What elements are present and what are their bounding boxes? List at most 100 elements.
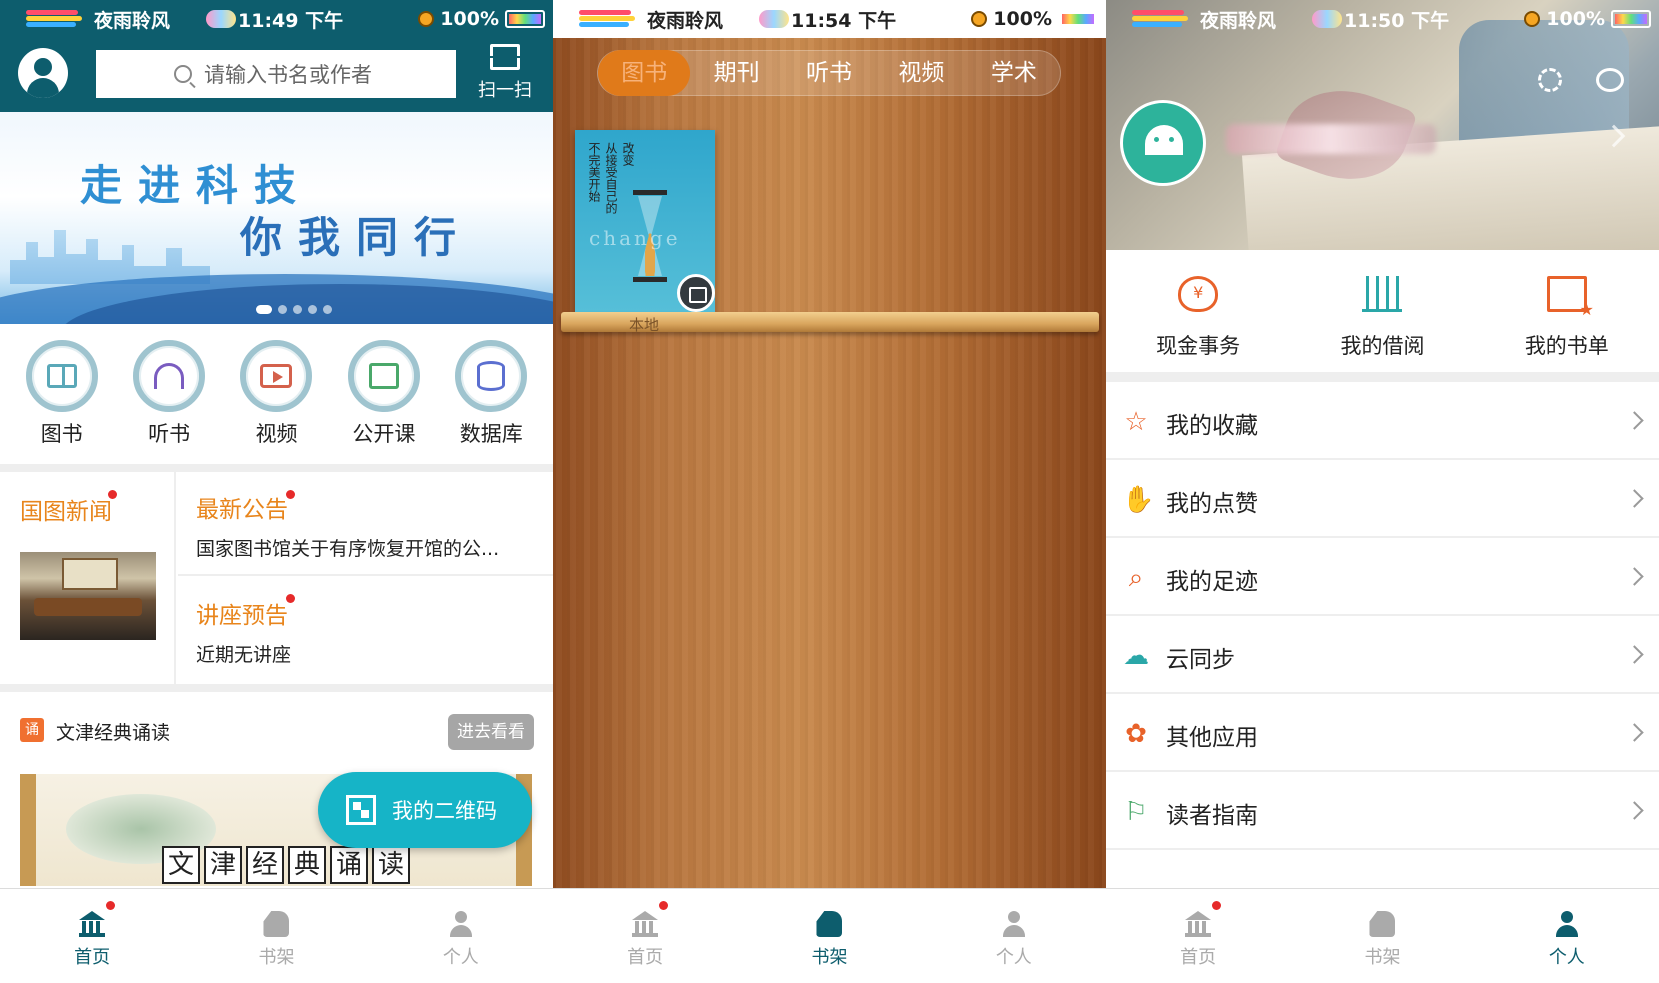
chevron-right-icon	[1625, 411, 1644, 430]
user-icon	[1001, 911, 1027, 937]
avatar-icon[interactable]	[18, 48, 68, 98]
home-header: 请输入书名或作者 扫一扫	[0, 38, 553, 112]
tab-bookshelf[interactable]: 书架	[184, 889, 368, 983]
menu-favorites[interactable]: ☆ 我的收藏	[1106, 382, 1659, 460]
tab-bookshelf[interactable]: 书架	[737, 889, 921, 983]
menu-other-apps[interactable]: ✿ 其他应用	[1106, 694, 1659, 772]
scan-button[interactable]: 扫一扫	[470, 42, 540, 106]
menu-history[interactable]: ⌕ 我的足迹	[1106, 538, 1659, 616]
avatar[interactable]	[1120, 100, 1206, 186]
carrier-logo-icon	[8, 4, 88, 34]
nav-audiobooks[interactable]: 听书	[121, 334, 217, 450]
unread-dot	[659, 901, 668, 910]
bookshelf-screen: 夜雨聆风 11:54 下午 100% 图书 期刊 听书 视频 学术 不完美开始 …	[553, 0, 1106, 983]
bookshelf-icon	[1369, 911, 1396, 937]
classic-reading-header: 诵 文津经典诵读 进去看看	[0, 700, 553, 760]
course-icon	[368, 363, 399, 389]
money-bag-icon	[1178, 276, 1219, 312]
settings-icon[interactable]	[1538, 68, 1562, 92]
shelf-category-tabs: 图书 期刊 听书 视频 学术	[597, 50, 1061, 96]
nav-database[interactable]: 数据库	[443, 334, 539, 450]
tab-home[interactable]: 首页	[553, 889, 737, 983]
clock: 11:54 下午	[791, 9, 897, 32]
library-home-icon	[79, 911, 106, 937]
search-placeholder: 请输入书名或作者	[204, 63, 372, 87]
announcement-card[interactable]: 最新公告 国家图书馆关于有序恢复开馆的公...	[178, 472, 553, 576]
tab-audiobooks[interactable]: 听书	[783, 50, 875, 96]
tab-academic[interactable]: 学术	[968, 50, 1060, 96]
unread-dot	[108, 490, 117, 499]
battery-icon	[1058, 10, 1098, 28]
home-banner[interactable]: 走进科技 你我同行	[0, 112, 553, 324]
unread-dot	[286, 594, 295, 603]
announcement-text: 国家图书馆关于有序恢复开馆的公...	[196, 538, 500, 560]
book-title: 不完美开始 从接受自己的 改变	[587, 142, 635, 214]
nav-videos[interactable]: 视频	[228, 334, 324, 450]
carrier-name: 夜雨聆风	[647, 9, 724, 32]
chevron-right-icon	[1625, 489, 1644, 508]
tab-me[interactable]: 个人	[922, 889, 1106, 983]
tab-home[interactable]: 首页	[0, 889, 184, 983]
unread-dot	[106, 901, 115, 910]
battery-icon	[1611, 10, 1651, 28]
home-screen: 夜雨聆风 11:49 下午 100% 请输入书名或作者 扫一扫 走进科技 你我同…	[0, 0, 553, 983]
tab-bookshelf[interactable]: 书架	[1290, 889, 1474, 983]
database-icon	[477, 361, 506, 391]
tab-me[interactable]: 个人	[369, 889, 553, 983]
tab-home[interactable]: 首页	[1106, 889, 1290, 983]
lecture-card[interactable]: 讲座预告 近期无讲座	[178, 578, 553, 682]
quick-actions: 现金事务 我的借阅 我的书单	[1106, 250, 1659, 372]
library-home-icon	[632, 911, 659, 937]
cloud-icon	[1312, 10, 1343, 28]
menu-likes[interactable]: ✋ 我的点赞	[1106, 460, 1659, 538]
tab-me[interactable]: 个人	[1475, 889, 1659, 983]
menu-reader-guide[interactable]: ⚐ 读者指南	[1106, 772, 1659, 850]
book-cover[interactable]: 不完美开始 从接受自己的 改变 change	[575, 130, 715, 312]
battery-percent: 100%	[1546, 8, 1605, 30]
sun-icon	[971, 11, 988, 27]
sun-icon	[418, 11, 435, 27]
book-icon	[46, 364, 77, 388]
tab-journals[interactable]: 期刊	[690, 50, 782, 96]
tab-books[interactable]: 图书	[598, 50, 691, 96]
my-borrowing-button[interactable]: 我的借阅	[1290, 250, 1474, 372]
library-home-icon	[1185, 911, 1212, 937]
clock: 11:50 下午	[1344, 9, 1450, 32]
cloud-sync-icon: ☁	[1123, 641, 1149, 671]
message-icon[interactable]	[1596, 68, 1624, 92]
unread-dot	[1212, 901, 1221, 910]
battery-icon	[505, 10, 545, 28]
scan-icon	[487, 44, 523, 70]
carrier-name: 夜雨聆风	[1200, 9, 1277, 32]
nav-books[interactable]: 图书	[14, 334, 110, 450]
headphones-icon	[154, 363, 185, 389]
menu-cloud-sync[interactable]: ☁ 云同步	[1106, 616, 1659, 694]
nav-open-courses[interactable]: 公开课	[336, 334, 432, 450]
chevron-right-icon	[1625, 567, 1644, 586]
tab-videos[interactable]: 视频	[875, 50, 967, 96]
classic-reading-icon: 诵	[20, 718, 44, 742]
qr-code-icon	[346, 795, 376, 825]
chevron-right-icon	[1625, 801, 1644, 820]
enter-classic-button[interactable]: 进去看看	[448, 714, 534, 750]
video-icon	[260, 364, 293, 388]
chevron-right-icon	[1625, 645, 1644, 664]
battery-percent: 100%	[993, 8, 1052, 30]
username-redacted	[1226, 124, 1436, 154]
my-booklist-button[interactable]: 我的书单	[1475, 250, 1659, 372]
signpost-icon: ⚐	[1124, 797, 1148, 827]
battery-percent: 100%	[440, 8, 499, 30]
user-icon	[1554, 911, 1580, 937]
lecture-title: 讲座预告	[196, 603, 288, 629]
read-book-icon	[677, 274, 715, 312]
sun-icon	[1524, 11, 1541, 27]
search-input[interactable]: 请输入书名或作者	[96, 50, 456, 98]
my-qr-code-button[interactable]: 我的二维码	[318, 772, 532, 848]
book-cover-word: change	[589, 226, 681, 250]
apps-icon: ✿	[1125, 719, 1147, 749]
cash-affairs-button[interactable]: 现金事务	[1106, 250, 1290, 372]
news-photo	[20, 552, 156, 640]
bookshelf-icon	[816, 911, 843, 937]
library-news-card[interactable]: 国图新闻	[0, 472, 176, 684]
search-icon	[174, 65, 192, 83]
